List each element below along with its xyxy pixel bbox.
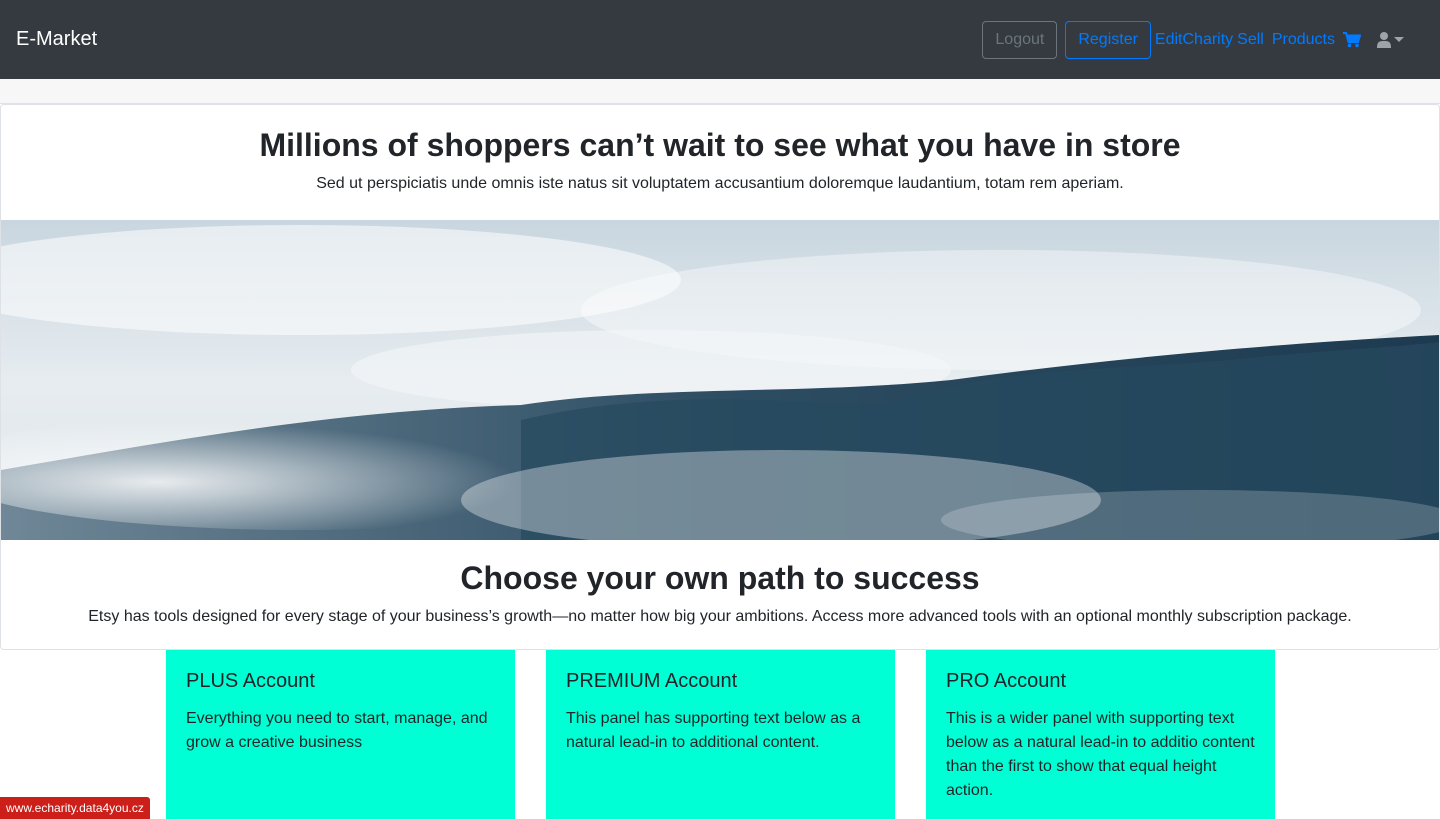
top-navbar: E-Market Logout Register EditCharity Sel… [0,0,1440,79]
breadcrumb-strip [0,79,1440,104]
path-headline: Choose your own path to success [460,560,980,596]
card-premium[interactable]: PREMIUM Account This panel has supportin… [546,650,895,819]
card-title: PRO Account [946,670,1067,692]
hero-image [1,220,1439,540]
edit-charity-link[interactable]: EditCharity [1155,31,1233,49]
user-icon [1377,31,1391,48]
sell-link[interactable]: Sell [1237,31,1264,49]
hero-headline: Millions of shoppers can’t wait to see w… [259,127,1181,163]
brand-logo[interactable]: E-Market [16,28,97,51]
cart-icon[interactable] [1343,31,1361,48]
path-subtext: Etsy has tools designed for every stage … [88,608,1352,625]
hero-subtext: Sed ut perspiciatis unde omnis iste natu… [316,175,1124,192]
site-url-badge[interactable]: www.echarity.data4you.cz [0,797,150,819]
register-button[interactable]: Register [1065,20,1151,59]
card-plus[interactable]: PLUS Account Everything you need to star… [166,650,515,819]
card-text: This is a wider panel with supporting te… [946,710,1255,799]
card-title: PREMIUM Account [566,670,738,692]
card-text: Everything you need to start, manage, an… [186,710,488,751]
nav-actions: Logout Register EditCharity Sell Product… [982,0,1424,79]
user-dropdown[interactable] [1377,31,1404,48]
account-cards: PLUS Account Everything you need to star… [0,650,1440,819]
card-title: PLUS Account [186,670,315,692]
card-pro[interactable]: PRO Account This is a wider panel with s… [926,650,1275,819]
logout-button[interactable]: Logout [982,20,1058,59]
hero-section: Millions of shoppers can’t wait to see w… [0,104,1440,650]
chevron-down-icon [1394,37,1404,42]
card-text: This panel has supporting text below as … [566,710,861,751]
products-link[interactable]: Products [1272,31,1335,49]
